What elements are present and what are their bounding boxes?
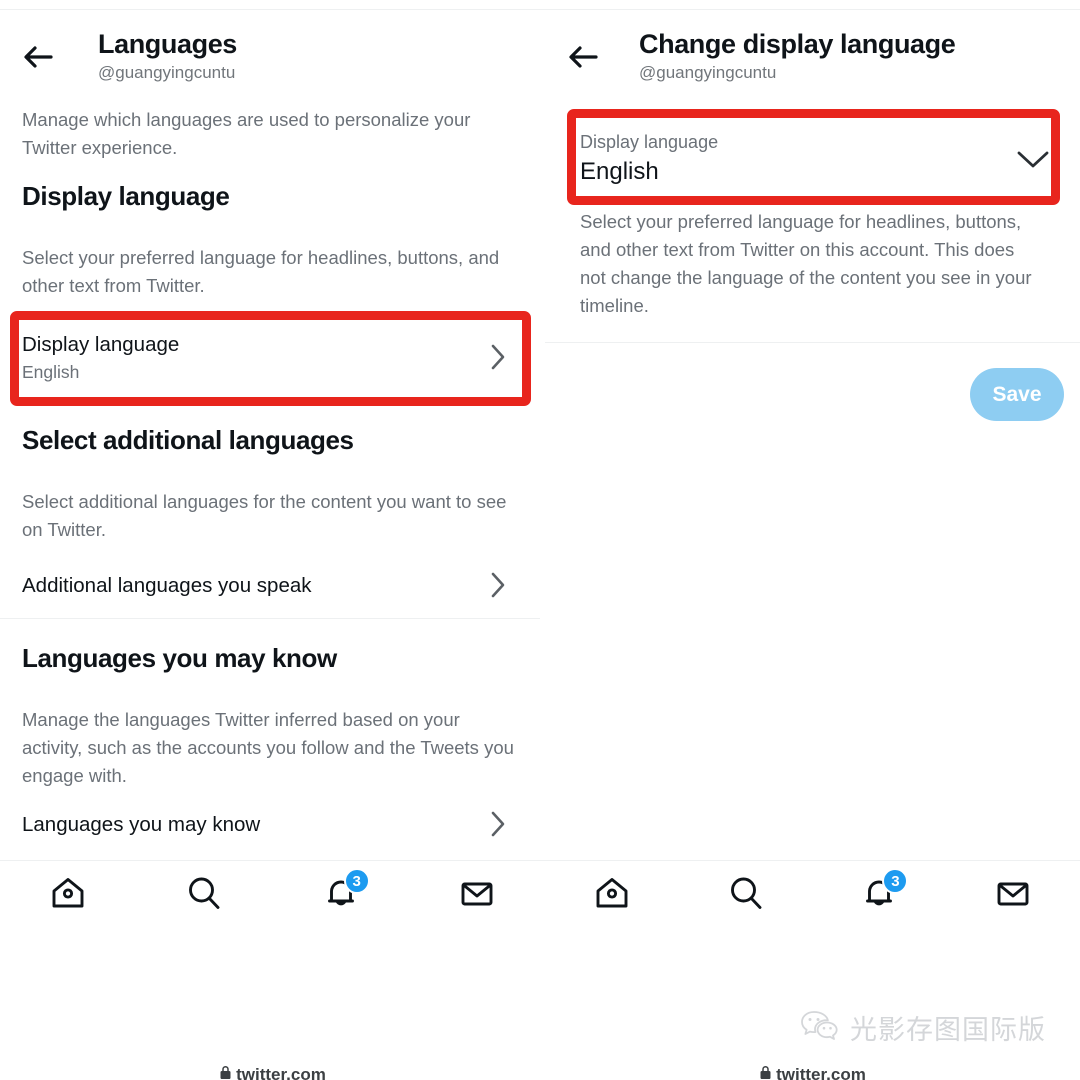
save-button[interactable]: Save	[970, 368, 1064, 421]
lock-icon	[219, 1065, 232, 1080]
display-language-row[interactable]: Display language English	[22, 324, 507, 390]
languages-you-may-know-section-title: Languages you may know	[22, 643, 337, 673]
display-language-select[interactable]: Display language English	[580, 124, 1050, 194]
additional-languages-row-label: Additional languages you speak	[22, 573, 312, 597]
nav-messages-button[interactable]	[978, 866, 1048, 924]
notifications-badge: 3	[343, 868, 370, 894]
watermark-text: 光影存图国际版	[850, 1015, 1046, 1046]
page-title: Languages	[98, 29, 237, 59]
nav-notifications-button[interactable]: 3	[306, 866, 376, 924]
back-button[interactable]	[565, 42, 601, 72]
display-language-section-description: Select your preferred language for headl…	[22, 247, 500, 296]
page-title: Change display language	[639, 29, 956, 59]
home-icon	[592, 873, 632, 918]
back-arrow-icon	[567, 44, 599, 70]
nav-search-button[interactable]	[169, 866, 239, 924]
wechat-icon	[800, 1009, 840, 1046]
additional-languages-row-text: Additional languages you speak	[22, 572, 477, 599]
left-header-text: Languages @guangyingcuntu	[98, 28, 237, 84]
search-icon	[184, 873, 224, 918]
languages-you-may-know-section-description: Manage the languages Twitter inferred ba…	[22, 709, 514, 786]
back-arrow-icon	[22, 44, 54, 70]
display-language-row-value: English	[22, 361, 80, 382]
back-button[interactable]	[20, 42, 56, 72]
chevron-right-icon	[489, 343, 507, 371]
home-icon	[48, 873, 88, 918]
display-language-select-label: Display language	[580, 132, 719, 152]
nav-home-button[interactable]	[577, 866, 647, 924]
lock-icon	[759, 1065, 772, 1080]
nav-notifications-button[interactable]: 3	[844, 866, 914, 924]
search-icon	[726, 873, 766, 918]
display-language-select-text: Display language English	[580, 130, 718, 188]
chevron-down-icon	[1016, 148, 1050, 170]
left-url-text: twitter.com	[236, 1065, 326, 1080]
right-panel-header: Change display language @guangyingcuntu	[545, 10, 1080, 92]
notifications-badge: 3	[882, 868, 909, 894]
languages-intro-text: Manage which languages are used to perso…	[22, 109, 471, 158]
left-url-bar: twitter.com	[0, 1063, 545, 1080]
display-language-select-value: English	[580, 158, 659, 185]
nav-messages-button[interactable]	[442, 866, 512, 924]
navbar-top-divider	[0, 860, 1080, 861]
right-url-text: twitter.com	[776, 1065, 866, 1080]
nav-search-button[interactable]	[711, 866, 781, 924]
section-divider	[545, 342, 1080, 343]
account-handle: @guangyingcuntu	[98, 63, 236, 82]
screenshot-root: Languages @guangyingcuntu Manage which l…	[0, 0, 1080, 1080]
additional-languages-section-description: Select additional languages for the cont…	[22, 491, 507, 540]
chevron-right-icon	[489, 571, 507, 599]
nav-home-button[interactable]	[33, 866, 103, 924]
change-display-language-description: Select your preferred language for headl…	[580, 211, 1032, 316]
bottom-navbar-right: 3	[545, 866, 1080, 938]
messages-envelope-icon	[457, 873, 497, 918]
messages-envelope-icon	[993, 873, 1033, 918]
languages-you-may-know-row-text: Languages you may know	[22, 811, 477, 838]
display-language-row-label: Display language	[22, 332, 180, 356]
display-language-section-title: Display language	[22, 181, 230, 211]
section-divider	[0, 618, 540, 619]
account-handle: @guangyingcuntu	[639, 63, 777, 82]
display-language-row-text: Display language English	[22, 331, 477, 384]
chevron-right-icon	[489, 810, 507, 838]
languages-you-may-know-row[interactable]: Languages you may know	[22, 805, 507, 843]
additional-languages-row[interactable]: Additional languages you speak	[22, 566, 507, 604]
left-panel-header: Languages @guangyingcuntu	[0, 10, 545, 92]
right-url-bar: twitter.com	[545, 1063, 1080, 1080]
additional-languages-section-title: Select additional languages	[22, 425, 354, 455]
right-header-text: Change display language @guangyingcuntu	[639, 28, 956, 84]
watermark: 光影存图国际版	[800, 1008, 1046, 1047]
bottom-navbar-left: 3	[0, 866, 545, 938]
languages-you-may-know-row-label: Languages you may know	[22, 812, 261, 836]
